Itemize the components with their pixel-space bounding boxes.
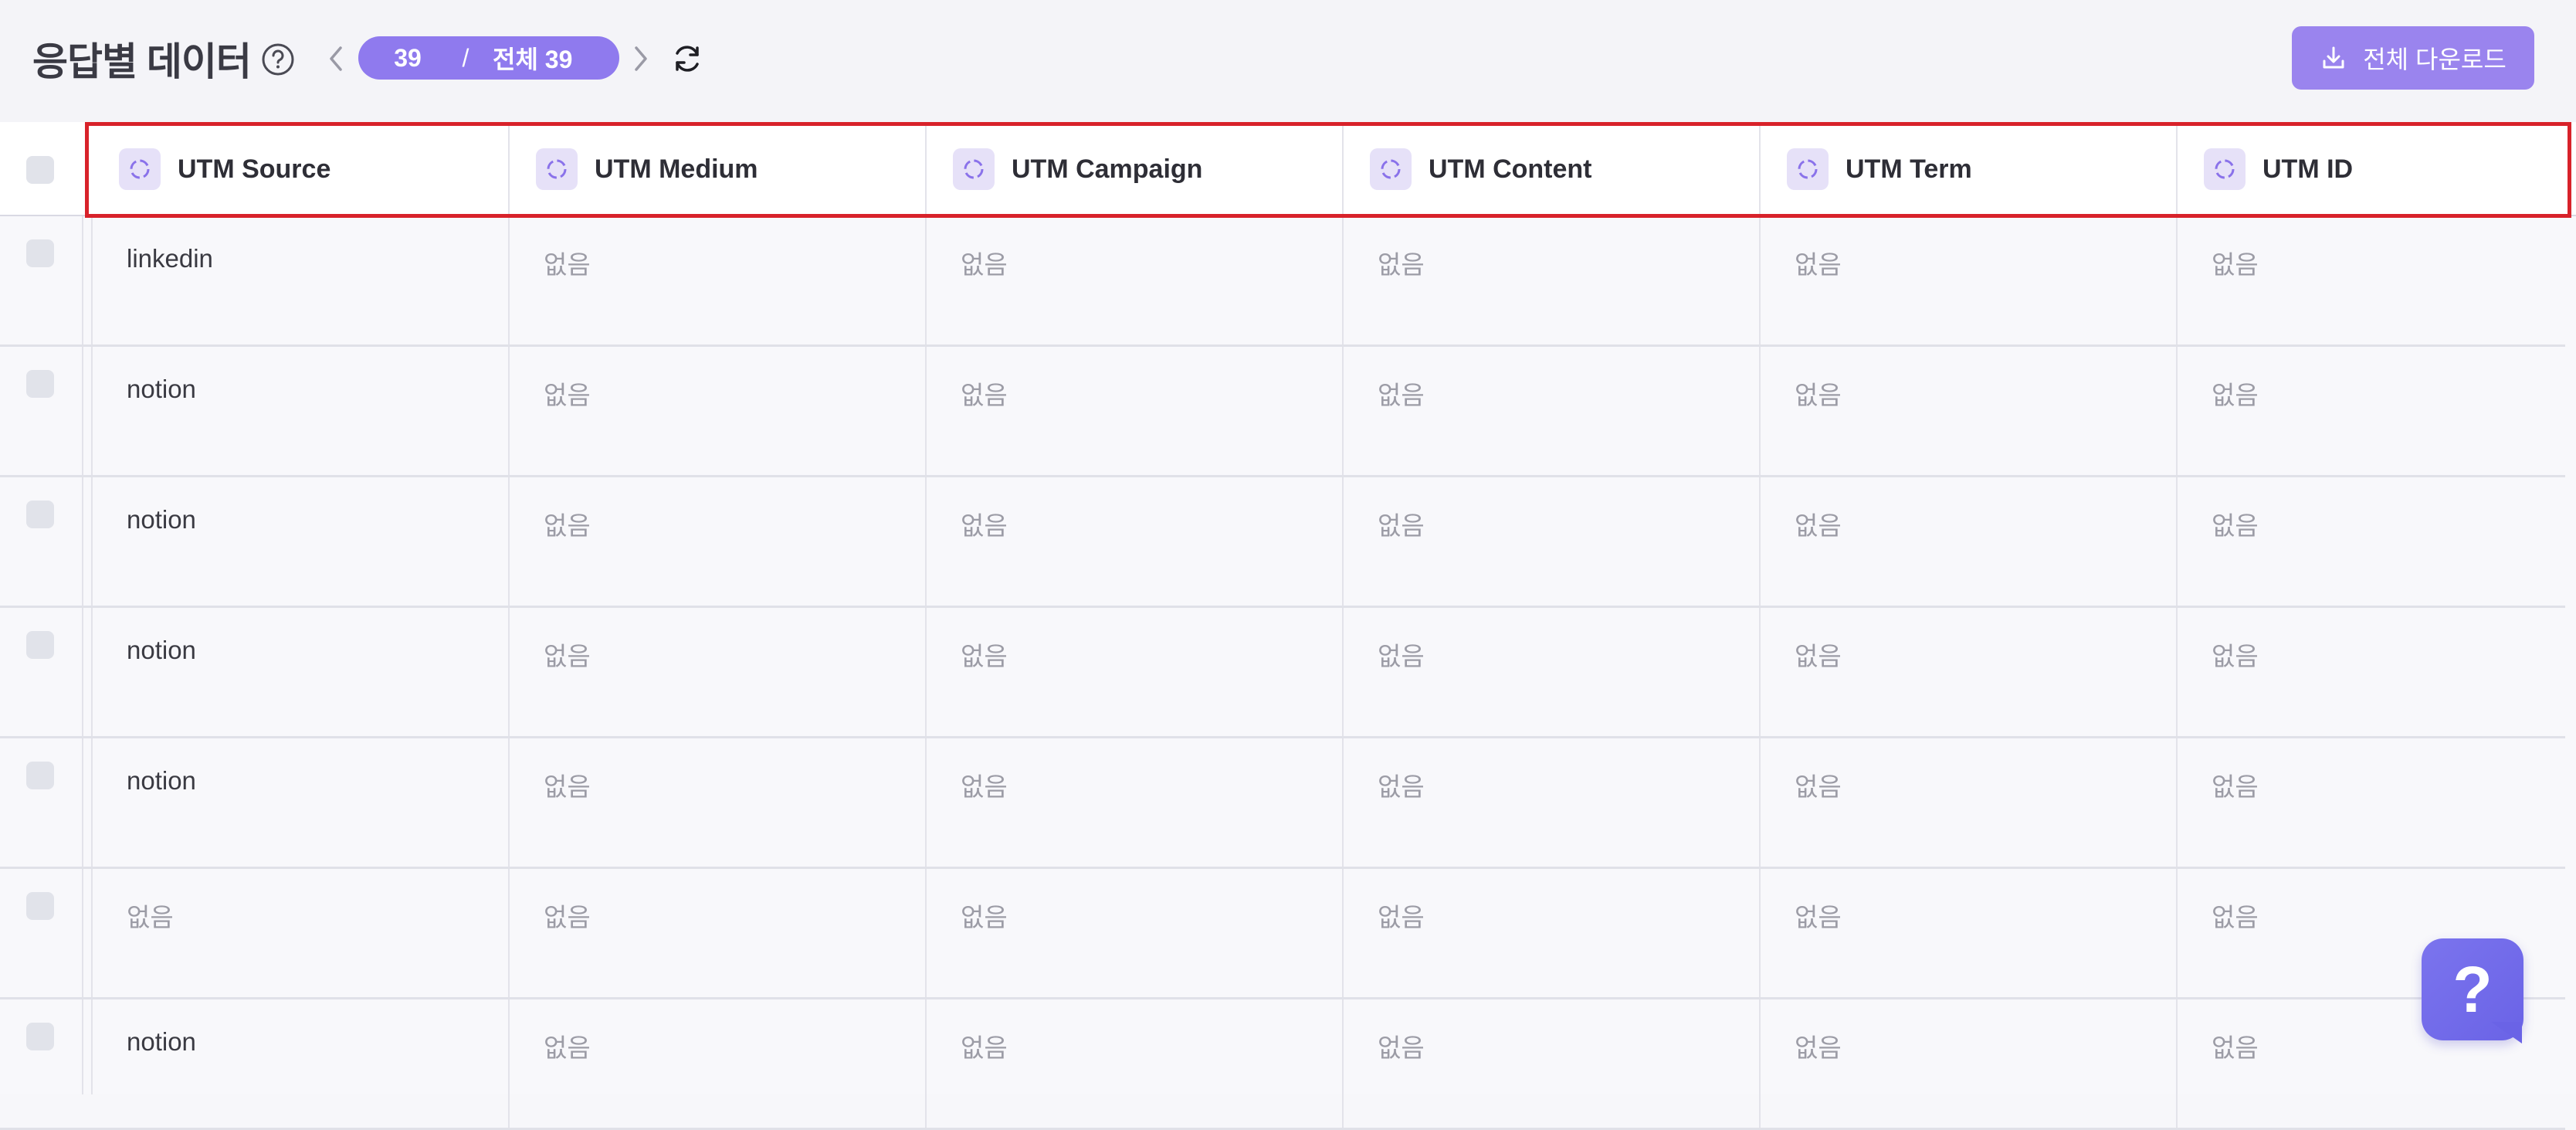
page-title: 응답별 데이터	[32, 40, 252, 83]
table-cell[interactable]: notion	[93, 347, 510, 475]
table-cell[interactable]: 없음	[927, 738, 1344, 867]
table-cell[interactable]: 없음	[2178, 216, 2576, 344]
pager-total: 전체 39	[493, 46, 573, 73]
table-cell[interactable]: 없음	[510, 999, 927, 1128]
loading-circle-icon	[119, 148, 161, 190]
column-header[interactable]: UTM Source	[93, 122, 510, 216]
pager-current: 39	[394, 43, 422, 72]
table-cell[interactable]: 없음	[1761, 477, 2178, 606]
row-checkbox[interactable]	[26, 892, 54, 920]
table-cell[interactable]: 없음	[510, 216, 927, 344]
table-cell[interactable]: 없음	[510, 477, 927, 606]
download-all-button[interactable]: 전체 다운로드	[2292, 26, 2534, 90]
column-header-label: UTM Term	[1846, 154, 1972, 184]
column-header-label: UTM Campaign	[1012, 154, 1203, 184]
table-cell[interactable]: notion	[93, 477, 510, 606]
loading-circle-icon	[953, 148, 995, 190]
table-cell[interactable]: 없음	[93, 869, 510, 997]
select-all-checkbox[interactable]	[26, 156, 54, 184]
table-cell[interactable]: 없음	[1344, 869, 1761, 997]
chevron-left-icon[interactable]	[324, 40, 347, 77]
column-header-label: UTM Content	[1429, 154, 1592, 184]
download-icon	[2323, 46, 2344, 69]
row-checkbox[interactable]	[26, 239, 54, 267]
table-cell[interactable]: 없음	[927, 216, 1344, 344]
table-cell[interactable]: 없음	[1344, 608, 1761, 736]
row-checkbox[interactable]	[26, 501, 54, 528]
column-header[interactable]: UTM Medium	[510, 122, 927, 216]
table-cell[interactable]: 없음	[1761, 347, 2178, 475]
table-row[interactable]: 없음 없음 없음 없음 없음 없음	[0, 869, 2565, 999]
loading-circle-icon	[2204, 148, 2246, 190]
table-cell[interactable]: 없음	[927, 869, 1344, 997]
table-row[interactable]: notion 없음 없음 없음 없음 없음	[0, 347, 2565, 477]
response-table: UTM Source UTM Medium UTM Campaign UTM Cont…	[0, 122, 2576, 1130]
column-header-label: UTM ID	[2262, 154, 2354, 184]
table-cell[interactable]: linkedin	[93, 216, 510, 344]
help-circle-icon[interactable]	[261, 42, 295, 76]
row-checkbox[interactable]	[26, 1023, 54, 1050]
table-row[interactable]: notion 없음 없음 없음 없음 없음	[0, 608, 2565, 738]
pager-separator: /	[462, 43, 469, 72]
loading-circle-icon	[536, 148, 578, 190]
table-row[interactable]: notion 없음 없음 없음 없음 없음	[0, 477, 2565, 608]
refresh-icon[interactable]	[670, 42, 704, 76]
table-cell[interactable]: 없음	[510, 738, 927, 867]
table-cell[interactable]: 없음	[927, 608, 1344, 736]
table-cell[interactable]: 없음	[2178, 738, 2576, 867]
table-row[interactable]: notion 없음 없음 없음 없음 없음	[0, 999, 2565, 1130]
loading-circle-icon	[1787, 148, 1829, 190]
table-cell[interactable]: 없음	[1761, 608, 2178, 736]
table-cell[interactable]: 없음	[1344, 216, 1761, 344]
table-cell[interactable]: notion	[93, 608, 510, 736]
table-cell[interactable]: 없음	[1761, 869, 2178, 997]
pager-indicator: 39 / 전체 39	[358, 36, 619, 80]
help-chat-tail	[2491, 1022, 2522, 1043]
row-checkbox[interactable]	[26, 370, 54, 398]
table-cell[interactable]: 없음	[927, 477, 1344, 606]
table-cell[interactable]: 없음	[2178, 347, 2576, 475]
row-checkbox[interactable]	[26, 762, 54, 789]
table-cell[interactable]: 없음	[510, 869, 927, 997]
table-cell[interactable]: notion	[93, 738, 510, 867]
table-cell[interactable]: 없음	[510, 608, 927, 736]
table-row[interactable]: linkedin 없음 없음 없음 없음 없음	[0, 216, 2565, 347]
table-cell[interactable]: 없음	[927, 999, 1344, 1128]
page-header: 응답별 데이터 39 / 전체 39 전체 다운로드	[0, 0, 2576, 122]
column-header-label: UTM Source	[178, 154, 331, 184]
table-cell[interactable]: 없음	[1344, 477, 1761, 606]
table-cell[interactable]: 없음	[927, 347, 1344, 475]
table-cell[interactable]: 없음	[510, 347, 927, 475]
column-header-label: UTM Medium	[595, 154, 758, 184]
table-cell[interactable]: 없음	[1761, 738, 2178, 867]
column-header[interactable]: UTM Content	[1344, 122, 1761, 216]
chevron-right-icon[interactable]	[629, 40, 652, 77]
table-header-row: UTM Source UTM Medium UTM Campaign UTM Cont…	[0, 122, 2576, 216]
table-cell[interactable]: 없음	[2178, 608, 2576, 736]
row-checkbox[interactable]	[26, 631, 54, 659]
table-cell[interactable]: 없음	[1761, 999, 2178, 1128]
table-cell[interactable]: 없음	[2178, 477, 2576, 606]
table-cell[interactable]: notion	[93, 999, 510, 1128]
table-cell[interactable]: 없음	[1344, 347, 1761, 475]
column-header[interactable]: UTM Term	[1761, 122, 2178, 216]
table-cell[interactable]: 없음	[1761, 216, 2178, 344]
column-header[interactable]: UTM Campaign	[927, 122, 1344, 216]
column-header[interactable]: UTM ID	[2178, 122, 2576, 216]
table-cell[interactable]: 없음	[1344, 738, 1761, 867]
table-cell[interactable]: 없음	[1344, 999, 1761, 1128]
loading-circle-icon	[1370, 148, 1412, 190]
table-row[interactable]: notion 없음 없음 없음 없음 없음	[0, 738, 2565, 869]
download-all-label: 전체 다운로드	[2363, 46, 2507, 73]
